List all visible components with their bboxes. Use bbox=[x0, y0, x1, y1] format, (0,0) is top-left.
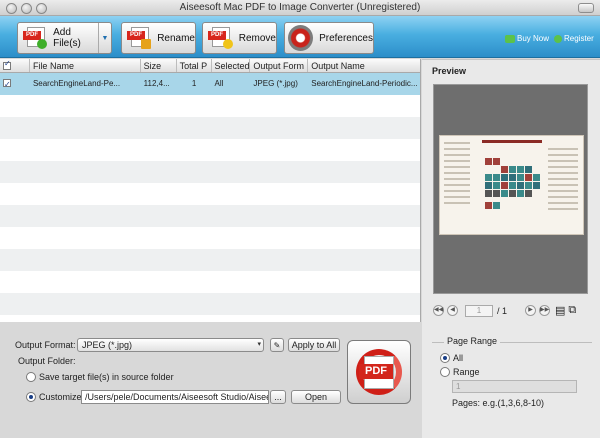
column-header[interactable]: Size bbox=[141, 59, 177, 72]
next-page-button[interactable]: ▶ bbox=[525, 305, 537, 316]
chevron-down-icon: ▼ bbox=[101, 34, 109, 42]
empty-row bbox=[0, 293, 420, 315]
range-radio[interactable] bbox=[440, 367, 450, 377]
skip-forward-icon: ▶▶ bbox=[540, 307, 550, 313]
column-header[interactable]: Output Name bbox=[308, 59, 420, 72]
empty-row bbox=[0, 139, 420, 161]
wrench-icon: ✎ bbox=[273, 341, 281, 350]
range-label: Range bbox=[453, 367, 480, 377]
preview-frame bbox=[433, 84, 588, 294]
output-path-field[interactable]: /Users/pele/Documents/Aiseesoft Studio/A… bbox=[81, 390, 269, 404]
empty-row bbox=[0, 315, 420, 322]
add-files-dropdown[interactable]: ▼ bbox=[97, 23, 111, 53]
minimize-window-button[interactable] bbox=[21, 3, 32, 14]
browse-folder-button[interactable]: ... bbox=[270, 390, 286, 404]
remove-label: Remove bbox=[238, 32, 276, 44]
output-format-value: JPEG (*.jpg) bbox=[82, 340, 133, 350]
empty-row bbox=[0, 183, 420, 205]
document-icon[interactable]: ▤ bbox=[555, 304, 565, 317]
convert-button[interactable]: PDF bbox=[347, 340, 411, 404]
column-header[interactable]: Output Form bbox=[250, 59, 309, 72]
prev-icon: ◀ bbox=[450, 307, 455, 313]
window-title: Aiseesoft Mac PDF to Image Converter (Un… bbox=[179, 2, 421, 13]
all-pages-label: All bbox=[453, 353, 464, 363]
range-input[interactable]: 1 bbox=[452, 380, 577, 393]
customize-label: Customize: bbox=[39, 392, 85, 402]
key-icon bbox=[554, 34, 562, 43]
preview-title: Preview bbox=[432, 66, 467, 76]
empty-row bbox=[0, 205, 420, 227]
customize-radio[interactable] bbox=[26, 392, 36, 402]
page-navigation: ◀◀ ◀ 1 / 1 ▶ ▶▶ ▤ ⧉ bbox=[433, 304, 576, 317]
open-folder-button[interactable]: Open bbox=[291, 390, 341, 404]
preview-panel: Preview ◀◀ ◀ 1 / 1 ▶ ▶▶ ▤ ⧉ Page Range A… bbox=[422, 59, 600, 438]
column-header[interactable]: Selected bbox=[212, 59, 251, 72]
preferences-button[interactable]: Preferences bbox=[284, 22, 374, 54]
all-pages-radio[interactable] bbox=[440, 353, 450, 363]
table-header: File Name Size Total P Selected Output F… bbox=[0, 59, 420, 73]
file-list: File Name Size Total P Selected Output F… bbox=[0, 59, 421, 322]
next-icon: ▶ bbox=[528, 307, 533, 313]
add-files-label: Add File(s) bbox=[53, 27, 81, 49]
rename-pdf-icon: PDF bbox=[127, 27, 152, 49]
save-source-radio[interactable] bbox=[26, 372, 36, 382]
window-titlebar: Aiseesoft Mac PDF to Image Converter (Un… bbox=[0, 0, 600, 16]
page-number-input[interactable]: 1 bbox=[465, 304, 493, 317]
zoom-window-button[interactable] bbox=[36, 3, 47, 14]
register-link[interactable]: Register bbox=[554, 34, 594, 43]
apply-to-all-button[interactable]: Apply to All bbox=[288, 338, 340, 352]
first-page-button[interactable]: ◀◀ bbox=[433, 305, 444, 316]
remove-pdf-icon: PDF bbox=[208, 27, 233, 49]
format-settings-button[interactable]: ✎ bbox=[270, 338, 284, 352]
output-folder-label: Output Folder: bbox=[18, 356, 76, 366]
range-hint: Pages: e.g.(1,3,6,8-10) bbox=[452, 398, 545, 408]
output-name-cell[interactable]: SearchEngineLand-Periodic... bbox=[308, 73, 420, 95]
row-checkbox[interactable] bbox=[3, 74, 11, 95]
add-files-button[interactable]: PDF Add File(s) ▼ bbox=[17, 22, 112, 54]
fullscreen-button[interactable] bbox=[578, 3, 594, 13]
output-format-label: Output Format: bbox=[15, 340, 76, 350]
rename-label: Rename bbox=[157, 32, 195, 44]
remove-button[interactable]: PDF Remove bbox=[202, 22, 277, 54]
buy-now-label: Buy Now bbox=[517, 34, 550, 43]
total-pages-label: / 1 bbox=[497, 305, 508, 316]
empty-row bbox=[0, 271, 420, 293]
skip-back-icon: ◀◀ bbox=[434, 307, 444, 313]
preferences-label: Preferences bbox=[319, 32, 373, 44]
empty-row bbox=[0, 249, 420, 271]
rename-button[interactable]: PDF Rename bbox=[121, 22, 196, 54]
empty-row bbox=[0, 95, 420, 117]
empty-row bbox=[0, 161, 420, 183]
size-cell: 112,4... bbox=[143, 79, 170, 88]
page-range-group: Page Range All Range 1 Pages: e.g.(1,3,6… bbox=[432, 336, 592, 412]
copy-document-icon[interactable]: ⧉ bbox=[568, 304, 576, 317]
last-page-button[interactable]: ▶▶ bbox=[539, 305, 551, 316]
total-pages-cell: 1 bbox=[191, 79, 197, 88]
file-name-cell: SearchEngineLand-Pe... bbox=[32, 79, 121, 88]
prev-page-button[interactable]: ◀ bbox=[447, 305, 458, 316]
add-pdf-icon: PDF bbox=[23, 27, 48, 49]
register-label: Register bbox=[564, 34, 594, 43]
column-header[interactable]: Total P bbox=[177, 59, 212, 72]
empty-row bbox=[0, 227, 420, 249]
save-source-label: Save target file(s) in source folder bbox=[39, 372, 174, 382]
close-window-button[interactable] bbox=[6, 3, 17, 14]
output-settings-panel: Output Format: JPEG (*.jpg) ▾ ✎ Apply to… bbox=[0, 323, 421, 438]
convert-pdf-label: PDF bbox=[359, 364, 393, 379]
preview-thumbnail bbox=[439, 135, 584, 235]
table-row[interactable]: SearchEngineLand-Pe... 112,4... 1 All JP… bbox=[0, 73, 420, 95]
chevron-updown-icon: ▾ bbox=[257, 341, 261, 348]
toolbar: PDF Add File(s) ▼ PDF Rename PDF Remove … bbox=[0, 16, 600, 58]
preferences-icon bbox=[288, 25, 314, 51]
output-format-cell[interactable]: JPEG (*.jpg) bbox=[250, 73, 308, 95]
select-all-column[interactable] bbox=[0, 59, 30, 72]
page-range-legend: Page Range bbox=[444, 336, 501, 346]
select-all-checkbox[interactable] bbox=[3, 59, 11, 71]
empty-row bbox=[0, 117, 420, 139]
buy-now-link[interactable]: Buy Now bbox=[505, 34, 549, 43]
output-format-select[interactable]: JPEG (*.jpg) ▾ bbox=[77, 338, 264, 352]
cart-icon bbox=[505, 34, 515, 43]
selected-pages-cell[interactable]: All bbox=[212, 73, 251, 95]
column-header[interactable]: File Name bbox=[30, 59, 141, 72]
